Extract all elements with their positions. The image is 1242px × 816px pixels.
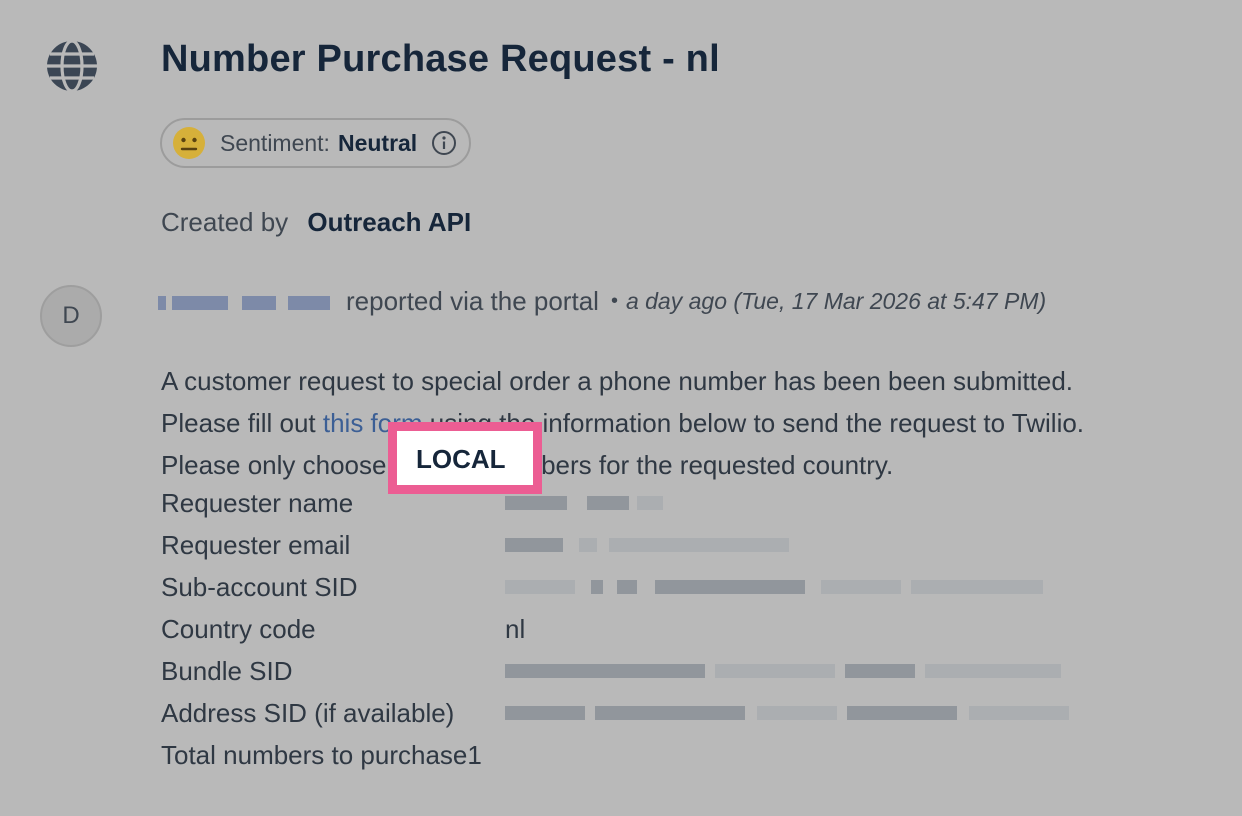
message-line-2: Please fill out this form using the info… bbox=[161, 402, 1084, 444]
neutral-face-icon bbox=[173, 127, 205, 159]
avatar-letter: D bbox=[62, 302, 80, 329]
field-label: Requester email bbox=[161, 529, 351, 560]
redacted-value bbox=[505, 702, 1069, 724]
avatar[interactable]: D bbox=[40, 285, 102, 347]
field-row: Address SID (if available) bbox=[161, 692, 1069, 734]
sentiment-value: Neutral bbox=[337, 129, 418, 156]
redacted-value bbox=[505, 576, 1045, 598]
message-line-1: A customer request to special order a ph… bbox=[161, 366, 1074, 396]
field-row: Sub-account SID bbox=[161, 566, 1069, 608]
redacted-reporter-name bbox=[158, 289, 330, 315]
message-line-3-post: numbers for the requested country. bbox=[483, 450, 894, 480]
message-body: A customer request to special order a ph… bbox=[161, 360, 1084, 486]
sentiment-badge[interactable]: Sentiment: Neutral bbox=[160, 118, 472, 168]
field-row: Requester email bbox=[161, 524, 1069, 566]
created-by: Created by Outreach API bbox=[161, 207, 471, 238]
total-label: Total numbers to purchase bbox=[161, 739, 468, 770]
redacted-value bbox=[505, 492, 665, 514]
field-label: Requester name bbox=[161, 487, 354, 518]
local-highlight: LOCAL bbox=[416, 444, 506, 474]
field-row: Bundle SID bbox=[161, 650, 1069, 692]
sentiment-label: Sentiment: bbox=[220, 129, 330, 156]
message-line-2-pre: Please fill out bbox=[161, 408, 323, 438]
info-icon[interactable] bbox=[431, 130, 457, 156]
page-title: Number Purchase Request - nl bbox=[161, 38, 720, 80]
separator-dot: • bbox=[610, 290, 618, 312]
globe-icon bbox=[47, 39, 97, 93]
reporter-action: reported via the portal bbox=[346, 286, 599, 316]
field-row: Requester name bbox=[161, 482, 1069, 524]
reporter-line: reported via the portal • a day ago (Tue… bbox=[158, 286, 1046, 317]
field-label: Bundle SID bbox=[161, 655, 293, 686]
field-label: Address SID (if available) bbox=[161, 697, 455, 728]
request-fields: Requester name Requester email Sub-accou… bbox=[161, 482, 1069, 776]
field-label: Country code bbox=[161, 613, 316, 644]
message-line-3-pre: Please only choose bbox=[161, 450, 394, 480]
message-line-3: Please only choose LOCAL numbers for the… bbox=[161, 444, 1084, 486]
redacted-value bbox=[505, 660, 1061, 682]
field-value: nl bbox=[505, 613, 526, 644]
created-by-value[interactable]: Outreach API bbox=[307, 207, 471, 237]
reported-time: a day ago (Tue, 17 Mar 2026 at 5:47 PM) bbox=[625, 288, 1047, 314]
created-by-label: Created by bbox=[161, 207, 289, 237]
redacted-value bbox=[505, 534, 805, 556]
total-row: Total numbers to purchase 1 bbox=[161, 734, 1069, 776]
total-value: 1 bbox=[467, 739, 482, 770]
field-label: Sub-account SID bbox=[161, 571, 358, 602]
field-row: Country code nl bbox=[161, 608, 1069, 650]
